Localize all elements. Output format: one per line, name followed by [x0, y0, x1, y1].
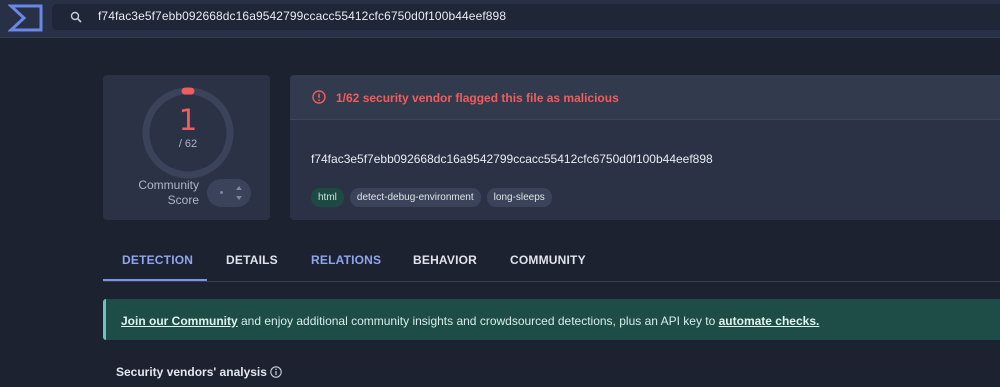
tab-details[interactable]: DETAILS	[226, 253, 278, 267]
security-vendors-heading: Security vendors' analysis	[116, 365, 267, 379]
detection-score-card: 1 / 62 Community Score	[103, 75, 270, 220]
banner-middle-text: and enjoy additional community insights …	[237, 314, 719, 328]
community-score-label: Community Score	[138, 178, 199, 207]
tab-behavior[interactable]: BEHAVIOR	[413, 253, 477, 267]
vendor-total: / 62	[178, 138, 198, 150]
report-tabs: DETECTION DETAILS RELATIONS BEHAVIOR COM…	[103, 248, 1000, 282]
search-icon	[70, 11, 82, 23]
top-bar: f74fac3e5f7ebb092668dc16a9542799ccacc554…	[0, 0, 1000, 38]
tag-detect-debug-environment[interactable]: detect-debug-environment	[349, 188, 481, 207]
tag-html[interactable]: html	[311, 188, 344, 207]
join-community-link[interactable]: Join our Community	[121, 314, 238, 328]
downvote-icon[interactable]	[236, 196, 242, 200]
malicious-alert: 1/62 security vendor flagged this file a…	[290, 75, 1000, 120]
neutral-dot-icon	[220, 191, 223, 194]
tab-community[interactable]: COMMUNITY	[510, 253, 586, 267]
active-tab-indicator	[103, 279, 207, 281]
community-vote-control[interactable]	[207, 179, 251, 207]
file-info-card: 1/62 security vendor flagged this file a…	[290, 75, 1000, 220]
upvote-icon[interactable]	[236, 186, 242, 190]
alert-circle-icon	[312, 90, 326, 104]
automate-checks-link[interactable]: automate checks.	[719, 314, 820, 328]
virustotal-logo[interactable]	[8, 3, 44, 33]
tag-long-sleeps[interactable]: long-sleeps	[486, 188, 552, 207]
search-input[interactable]: f74fac3e5f7ebb092668dc16a9542799ccacc554…	[98, 9, 506, 23]
tab-detection[interactable]: DETECTION	[122, 253, 193, 267]
info-icon[interactable]	[270, 366, 282, 378]
tab-relations[interactable]: RELATIONS	[311, 253, 381, 267]
detection-count: 1	[178, 103, 198, 137]
community-banner: Join our Community and enjoy additional …	[103, 299, 1000, 340]
alert-text: 1/62 security vendor flagged this file a…	[336, 91, 619, 105]
search-bar[interactable]: f74fac3e5f7ebb092668dc16a9542799ccacc554…	[52, 4, 1000, 30]
file-tags: html detect-debug-environment long-sleep…	[311, 188, 552, 207]
file-hash: f74fac3e5f7ebb092668dc16a9542799ccacc554…	[311, 152, 713, 166]
banner-text: Join our Community and enjoy additional …	[121, 314, 819, 328]
